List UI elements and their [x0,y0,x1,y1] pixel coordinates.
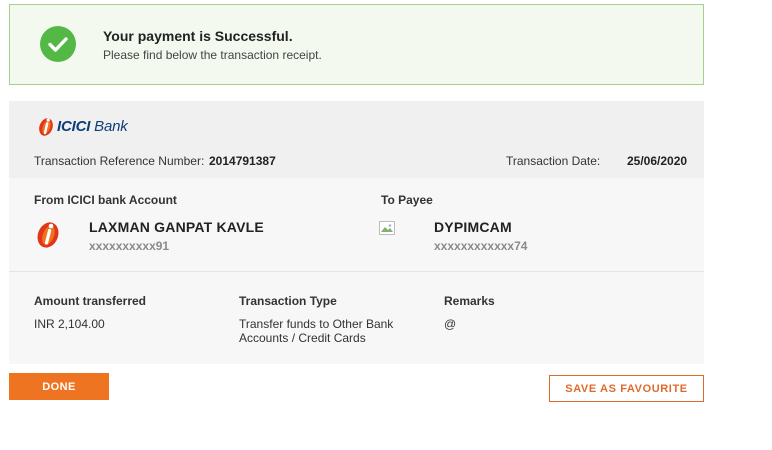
payee-name: DYPIMCAM [434,219,512,235]
from-account-number: xxxxxxxxxx91 [89,239,170,253]
logo-prefix: ICICI [57,117,91,135]
save-as-favourite-button[interactable]: SAVE AS FAVOURITE [549,375,704,402]
from-account-name: LAXMAN GANPAT KAVLE [89,219,264,235]
success-title: Your payment is Successful. [103,28,293,44]
ref-number-value: 2014791387 [209,154,276,168]
to-payee-label: To Payee [381,193,433,207]
transaction-type-value: Transfer funds to Other Bank Accounts / … [239,317,393,345]
icici-logo-icon [39,118,53,136]
payee-account-number: xxxxxxxxxxxx74 [434,239,528,253]
done-button[interactable]: DONE [9,373,109,400]
transaction-type-line-1: Transfer funds to Other Bank [239,317,394,331]
amount-label: Amount transferred [34,294,147,308]
icici-account-icon [37,222,59,248]
check-circle-icon [40,26,76,62]
success-banner: Your payment is Successful. Please find … [9,4,704,85]
transaction-type-line-2: Accounts / Credit Cards [239,331,366,345]
remarks-value: @ [444,317,457,331]
receipt-header: ICICI Bank Transaction Reference Number:… [9,101,704,178]
from-account-label: From ICICI bank Account [34,193,177,207]
transaction-date-label: Transaction Date: [506,154,601,168]
transfer-details: Amount transferred INR 2,104.00 Transact… [9,272,704,364]
ref-number-label: Transaction Reference Number: [34,154,205,168]
transaction-date-value: 25/06/2020 [627,154,688,168]
icici-bank-logo: ICICI Bank [37,115,128,137]
accounts-section: From ICICI bank Account LAXMAN GANPAT KA… [9,178,704,272]
remarks-label: Remarks [444,294,495,308]
transaction-type-label: Transaction Type [239,294,337,308]
broken-image-icon [379,221,395,235]
success-subtitle: Please find below the transaction receip… [103,48,322,62]
amount-value: INR 2,104.00 [34,317,105,331]
logo-suffix: Bank [90,117,128,135]
